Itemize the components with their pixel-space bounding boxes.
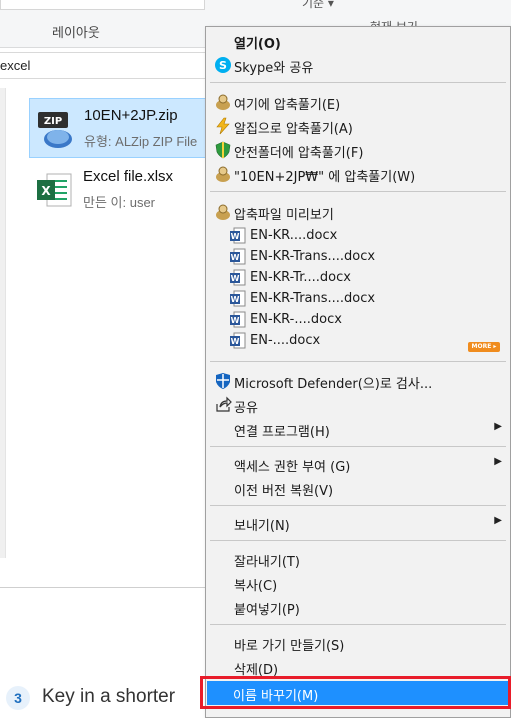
menu-separator [210, 540, 506, 541]
instruction-step: 3 Key in a shorter [0, 682, 210, 714]
submenu-arrow-icon: ▶ [494, 515, 502, 526]
menu-item-skype-share[interactable]: S Skype와 공유 [208, 53, 508, 77]
preview-file-name: EN-KR....docx [250, 228, 338, 243]
menu-item-extract-here[interactable]: 여기에 압축풀기(E) [208, 90, 508, 114]
ribbon-layout-label: 레이아웃 [52, 26, 100, 41]
step-text: Key in a shorter [42, 686, 176, 707]
preview-file-name: EN-KR-Trans....docx [250, 249, 376, 264]
menu-label: 압축파일 미리보기 [234, 208, 334, 223]
menu-separator [210, 624, 506, 625]
defender-shield-icon [216, 373, 230, 389]
ribbon-sort-label[interactable]: 기준 ▾ [302, 0, 334, 11]
menu-item-defender-scan[interactable]: Microsoft Defender(으)로 검사... [208, 369, 508, 393]
preview-file-item[interactable]: W EN-....docx [230, 330, 500, 351]
svg-text:W: W [231, 274, 240, 283]
more-badge[interactable]: MORE ▸ [468, 342, 500, 352]
menu-separator [210, 82, 506, 83]
svg-text:W: W [231, 253, 240, 262]
alzip-icon [216, 94, 230, 110]
file-name: 10EN+2JP.zip [84, 107, 178, 124]
word-doc-icon: W [230, 269, 246, 286]
file-name: Excel file.xlsx [83, 168, 174, 185]
highlight-frame [200, 676, 511, 709]
preview-file-item[interactable]: W EN-KR-Trans....docx [230, 246, 500, 267]
menu-label: 여기에 압축풀기(E) [234, 98, 341, 113]
word-doc-icon: W [230, 332, 246, 349]
file-item-xlsx[interactable]: X Excel file.xlsx 만든 이: user [29, 160, 209, 220]
menu-item-alzip-extract[interactable]: 알집으로 압축풀기(A) [208, 114, 508, 138]
menu-item-safe-extract[interactable]: 안전폴더에 압축풀기(F) [208, 138, 508, 162]
menu-label: 이전 버전 복원(V) [234, 484, 334, 499]
svg-text:W: W [231, 232, 240, 241]
ribbon-group-box [0, 0, 205, 10]
menu-label: 붙여넣기(P) [234, 603, 300, 618]
menu-label: 바로 가기 만들기(S) [234, 639, 345, 654]
menu-separator [210, 446, 506, 447]
file-item-zip[interactable]: ZIP 10EN+2JP.zip 유형: ALZip ZIP File [29, 98, 209, 158]
menu-label: 알집으로 압축풀기(A) [234, 122, 353, 137]
preview-file-item[interactable]: W EN-KR-....docx [230, 309, 500, 330]
context-menu: 열기(O) S Skype와 공유 여기에 압축풀기(E) 알집으로 압축풀기(… [205, 26, 511, 718]
svg-text:ZIP: ZIP [44, 116, 62, 127]
menu-label: 복사(C) [234, 579, 278, 594]
menu-item-copy[interactable]: 복사(C) [208, 571, 508, 595]
preview-file-name: EN-....docx [250, 333, 321, 348]
address-path: excel [0, 58, 31, 73]
step-number: 3 [6, 686, 30, 710]
excel-file-icon: X [37, 173, 72, 207]
preview-file-name: EN-KR-Tr....docx [250, 270, 351, 285]
menu-label: 공유 [234, 401, 258, 416]
preview-file-name: EN-KR-Trans....docx [250, 291, 376, 306]
alzip-icon [216, 166, 230, 182]
svg-text:W: W [231, 295, 240, 304]
preview-file-name: EN-KR-....docx [250, 312, 342, 327]
menu-item-grant-access[interactable]: 액세스 권한 부여 (G) ▶ [208, 452, 508, 476]
menu-item-restore-versions[interactable]: 이전 버전 복원(V) [208, 476, 508, 500]
svg-text:X: X [41, 184, 51, 198]
alzip-icon [216, 204, 230, 220]
menu-label: 액세스 권한 부여 (G) [234, 460, 351, 475]
menu-separator [210, 191, 506, 192]
menu-item-extract-to-folder[interactable]: "10EN+2JP₩" 에 압축풀기(W) [208, 162, 508, 186]
share-icon [216, 396, 232, 412]
menu-item-create-shortcut[interactable]: 바로 가기 만들기(S) [208, 631, 508, 655]
menu-label: 연결 프로그램(H) [234, 425, 330, 440]
menu-label: Microsoft Defender(으)로 검사... [234, 377, 433, 392]
file-detail: 만든 이: user [83, 195, 156, 210]
menu-label: 안전폴더에 압축풀기(F) [234, 146, 364, 161]
lightning-icon [216, 117, 230, 135]
submenu-arrow-icon: ▶ [494, 456, 502, 467]
skype-icon: S [215, 57, 231, 73]
submenu-arrow-icon: ▶ [494, 421, 502, 432]
preview-file-item[interactable]: W EN-KR....docx [230, 225, 500, 246]
file-detail: 유형: ALZip ZIP File [84, 134, 198, 149]
menu-label: 잘라내기(T) [234, 555, 300, 570]
svg-text:S: S [219, 59, 227, 72]
word-doc-icon: W [230, 248, 246, 265]
menu-item-preview[interactable]: 압축파일 미리보기 [208, 200, 508, 224]
menu-item-open-with[interactable]: 연결 프로그램(H) ▶ [208, 417, 508, 441]
word-doc-icon: W [230, 227, 246, 244]
word-doc-icon: W [230, 311, 246, 328]
menu-label: "10EN+2JP₩" 에 압축풀기(W) [234, 170, 416, 185]
zip-file-icon: ZIP [38, 112, 72, 148]
menu-item-send-to[interactable]: 보내기(N) ▶ [208, 511, 508, 535]
menu-label: 열기(O) [234, 37, 281, 52]
preview-file-item[interactable]: W EN-KR-Trans....docx [230, 288, 500, 309]
svg-text:W: W [231, 316, 240, 325]
menu-label: 보내기(N) [234, 519, 290, 534]
menu-separator [210, 361, 506, 362]
word-doc-icon: W [230, 290, 246, 307]
menu-item-paste[interactable]: 붙여넣기(P) [208, 595, 508, 619]
menu-separator [210, 505, 506, 506]
menu-item-open[interactable]: 열기(O) [208, 29, 508, 53]
preview-file-item[interactable]: W EN-KR-Tr....docx [230, 267, 500, 288]
menu-item-cut[interactable]: 잘라내기(T) [208, 547, 508, 571]
menu-item-share[interactable]: 공유 [208, 393, 508, 417]
menu-label: Skype와 공유 [234, 61, 314, 76]
svg-text:W: W [231, 337, 240, 346]
shield-icon [215, 141, 231, 159]
